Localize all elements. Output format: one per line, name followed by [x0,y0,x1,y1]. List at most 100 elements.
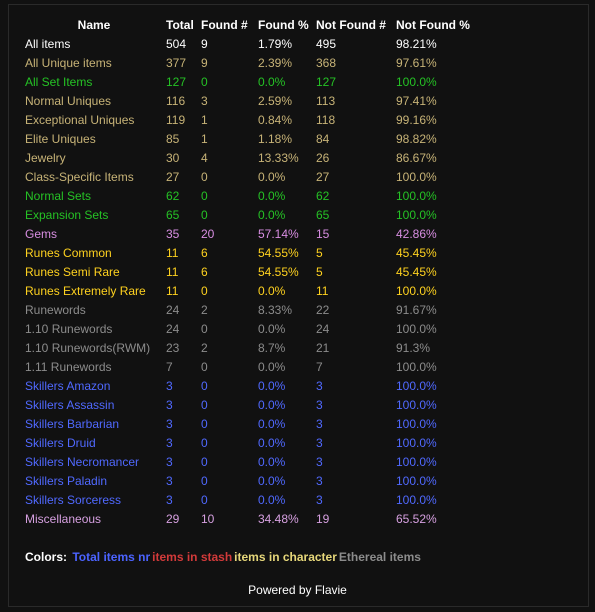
cell-total: 3 [166,473,173,488]
cell-total: 35 [166,226,180,241]
cell-total: 62 [166,188,180,203]
cell-name: Skillers Paladin [25,473,108,488]
cell-found: 9 [201,55,208,70]
legend-items: Total items nr items in stash items in cha… [72,550,423,564]
cell-found-pct: 2.39% [258,55,293,70]
cell-not-found-pct: 100.0% [396,321,437,336]
cell-not-found: 3 [316,397,323,412]
cell-name: Gems [25,226,58,241]
cell-total: 116 [166,93,186,108]
cell-not-found-pct: 42.86% [396,226,437,241]
cell-total: 377 [166,55,187,70]
cell-total: 24 [166,321,180,336]
cell-not-found: 84 [316,131,330,146]
cell-not-found-pct: 91.67% [396,302,437,317]
cell-name: All Unique items [25,55,112,70]
table-row: Skillers Amazon 3 0 0.0% 3 100.0% [22,376,479,395]
cell-total: 3 [166,492,173,507]
cell-total: 7 [166,359,173,374]
cell-not-found: 15 [316,226,330,241]
cell-not-found-pct: 45.45% [396,264,437,279]
table-row: Normal Sets 62 0 0.0% 62 100.0% [22,186,479,205]
cell-name: Exceptional Uniques [25,112,135,127]
cell-not-found-pct: 100.0% [396,169,437,184]
cell-found: 0 [201,397,208,412]
cell-found: 0 [201,359,208,374]
cell-name: All items [25,36,71,51]
table-row: All items 504 9 1.79% 495 98.21% [22,34,479,53]
column-header-not-found-pct: Not Found % [396,17,470,32]
cell-name: Jewelry [25,150,66,165]
cell-found-pct: 0.0% [258,169,286,184]
cell-found: 0 [201,188,208,203]
cell-found: 6 [201,245,208,260]
table-row: Skillers Barbarian 3 0 0.0% 3 100.0% [22,414,479,433]
cell-not-found-pct: 100.0% [396,378,437,393]
cell-found: 0 [201,416,208,431]
cell-not-found-pct: 98.82% [396,131,437,146]
cell-found-pct: 0.0% [258,473,286,488]
cell-total: 11 [166,264,179,279]
cell-found: 0 [201,378,208,393]
table-row: Class-Specific Items 27 0 0.0% 27 100.0% [22,167,479,186]
column-header-found-pct: Found % [258,17,309,32]
cell-not-found: 11 [316,283,329,298]
cell-found: 0 [201,435,208,450]
legend-item: Total items nr [72,550,151,564]
cell-found: 0 [201,74,208,89]
cell-not-found-pct: 100.0% [396,435,437,450]
table-row: Elite Uniques 85 1 1.18% 84 98.82% [22,129,479,148]
cell-found-pct: 0.0% [258,454,286,469]
cell-not-found: 7 [316,359,323,374]
cell-name: Skillers Sorceress [25,492,122,507]
cell-not-found: 113 [316,93,336,108]
cell-name: Runes Extremely Rare [25,283,146,298]
header-row: Name Total Found # Found % Not Found # N… [22,15,479,34]
cell-not-found-pct: 100.0% [396,359,437,374]
legend-item: Ethereal items [338,550,421,564]
cell-name: Normal Sets [25,188,92,203]
cell-name: 1.10 Runewords(RWM) [25,340,151,355]
table-header: Name Total Found # Found % Not Found # N… [22,15,479,34]
cell-found-pct: 0.0% [258,321,286,336]
cell-name: Normal Uniques [25,93,112,108]
cell-not-found: 24 [316,321,330,336]
cell-found-pct: 0.0% [258,397,286,412]
cell-total: 29 [166,511,180,526]
cell-not-found-pct: 100.0% [396,473,437,488]
cell-not-found: 495 [316,36,337,51]
cell-name: Skillers Druid [25,435,96,450]
cell-found: 0 [201,169,208,184]
footer-credit: Powered by Flavie [248,583,347,597]
cell-total: 3 [166,378,173,393]
cell-total: 3 [166,435,173,450]
cell-found-pct: 0.0% [258,188,286,203]
cell-not-found-pct: 97.61% [396,55,437,70]
cell-found: 0 [201,283,208,298]
cell-not-found: 3 [316,416,323,431]
table-row: Miscellaneous 29 10 34.48% 19 65.52% [22,509,479,528]
cell-not-found: 19 [316,511,330,526]
item-stats-table: Name Total Found # Found % Not Found # N… [22,15,479,528]
cell-not-found: 65 [316,207,330,222]
color-legend: Colors: Total items nr items in stash item… [25,550,425,564]
table-row: Skillers Assassin 3 0 0.0% 3 100.0% [22,395,479,414]
cell-found-pct: 0.0% [258,283,286,298]
cell-found-pct: 0.0% [258,435,286,450]
cell-name: 1.11 Runewords [25,359,112,374]
cell-not-found-pct: 65.52% [396,511,437,526]
table-row: Gems 35 20 57.14% 15 42.86% [22,224,479,243]
cell-name: Miscellaneous [25,511,102,526]
cell-not-found-pct: 100.0% [396,397,437,412]
cell-total: 3 [166,397,173,412]
table-row: Exceptional Uniques 119 1 0.84% 118 99.16% [22,110,479,129]
cell-not-found-pct: 100.0% [396,207,437,222]
cell-name: Skillers Barbarian [25,416,120,431]
cell-found: 6 [201,264,208,279]
cell-not-found: 3 [316,435,323,450]
cell-name: Runes Common [25,245,112,260]
table-row: Expansion Sets 65 0 0.0% 65 100.0% [22,205,479,224]
cell-total: 127 [166,74,187,89]
cell-found: 0 [201,492,208,507]
table-row: 1.10 Runewords 24 0 0.0% 24 100.0% [22,319,479,338]
